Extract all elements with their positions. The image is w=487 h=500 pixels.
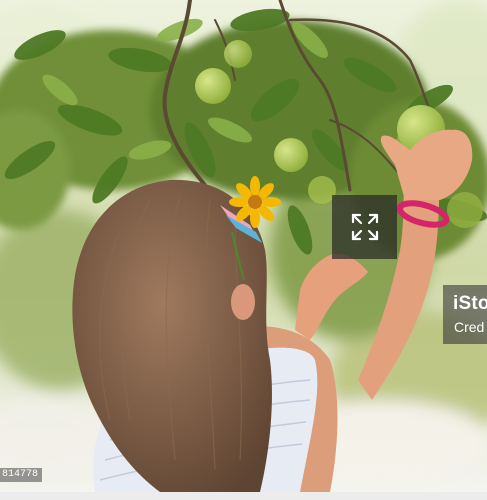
istock-watermark: iStock Cred <box>443 285 487 344</box>
expand-button[interactable] <box>332 195 397 259</box>
image-id-label: 814778 <box>0 468 43 482</box>
expand-arrows-icon <box>351 213 378 241</box>
bottom-bar <box>0 492 487 500</box>
photo-viewer: iStock Cred 814778 <box>0 0 487 492</box>
watermark-brand: iStock <box>453 293 487 314</box>
photo <box>0 0 487 492</box>
watermark-credit: Cred <box>454 319 485 335</box>
